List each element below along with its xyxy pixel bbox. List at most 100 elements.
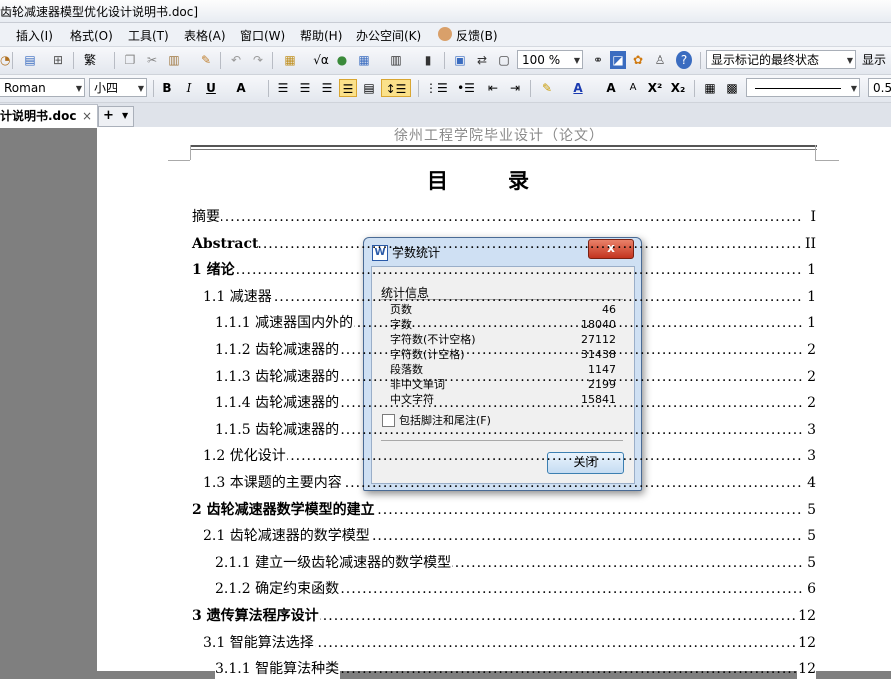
underline-button[interactable]: U bbox=[203, 79, 219, 97]
formatting-toolbar: Roman ▼ 小四 ▼ B I U A ☰ ☰ ☰ ☰ ▤ ↕☰ ⋮☰ •☰ … bbox=[0, 75, 891, 103]
shirt-skin-icon[interactable]: ♙ bbox=[652, 51, 668, 69]
toc-entry[interactable]: ........................................… bbox=[203, 446, 816, 467]
new-tab-button[interactable]: + ▼ bbox=[98, 106, 134, 127]
formula-icon[interactable]: √α bbox=[310, 51, 332, 69]
toc-entry[interactable]: ........................................… bbox=[215, 552, 816, 573]
read-mode-icon[interactable]: ▢ bbox=[496, 51, 512, 69]
distributed-icon[interactable]: ▤ bbox=[361, 79, 377, 97]
copy-icon[interactable]: ❐ bbox=[122, 51, 138, 69]
cut-icon[interactable]: ✂ bbox=[144, 51, 160, 69]
line-style-combo[interactable]: ▼ bbox=[746, 78, 860, 97]
increase-indent-icon[interactable]: ⇥ bbox=[507, 79, 523, 97]
resource-icon[interactable]: ✿ bbox=[630, 51, 646, 69]
toc-entry-text: 3.1.1 智能算法种类 bbox=[215, 659, 341, 679]
show-button[interactable]: 显示 bbox=[862, 51, 891, 69]
toc-entry[interactable]: ........................................… bbox=[203, 632, 816, 653]
superscript-button[interactable]: X² bbox=[646, 79, 664, 97]
toc-entry-text: 1.2 优化设计 bbox=[203, 446, 287, 467]
char-border-button[interactable]: A bbox=[233, 79, 249, 97]
bullet-list-icon[interactable]: •☰ bbox=[455, 79, 477, 97]
title-bar: 齿轮减速器模型优化设计说明书.doc] bbox=[0, 0, 891, 23]
font-size-combo[interactable]: 小四 ▼ bbox=[89, 78, 147, 97]
redo-icon[interactable]: ↷ bbox=[250, 51, 266, 69]
align-right-icon[interactable]: ☰ bbox=[319, 79, 335, 97]
columns-icon[interactable]: ▥ bbox=[388, 51, 404, 69]
toc-entry[interactable]: ........................................… bbox=[203, 526, 816, 547]
toc-entry[interactable]: ........................................… bbox=[215, 366, 816, 387]
frame-icon[interactable]: ▩ bbox=[724, 79, 740, 97]
close-icon[interactable]: × bbox=[82, 105, 92, 127]
toc-entry[interactable]: ........................................… bbox=[192, 606, 816, 626]
toc-entry[interactable]: ........................................… bbox=[192, 207, 816, 227]
toc-entry[interactable]: ........................................… bbox=[192, 499, 816, 520]
toc-entry[interactable]: ........................................… bbox=[192, 260, 816, 281]
highlight-icon[interactable]: ✎ bbox=[538, 79, 556, 97]
toc-entry-text: 1 绪论 bbox=[192, 260, 236, 281]
find-icon[interactable]: ⚭ bbox=[590, 51, 606, 69]
toc-entry[interactable]: ........................................… bbox=[215, 579, 816, 600]
track-changes-combo[interactable]: 显示标记的最终状态 ▼ bbox=[706, 50, 856, 69]
toc-entry-page: 6 bbox=[806, 579, 816, 600]
format-painter-icon[interactable]: ✎ bbox=[198, 51, 214, 69]
justify-icon[interactable]: ☰ bbox=[339, 79, 357, 97]
insert-table-icon[interactable]: ▦ bbox=[282, 51, 298, 69]
search-icon[interactable]: ◔ bbox=[0, 51, 10, 69]
menu-help[interactable]: 帮助(H) bbox=[300, 27, 342, 44]
undo-icon[interactable]: ↶ bbox=[228, 51, 244, 69]
toc-entry-text: 1.1.5 齿轮减速器的 bbox=[215, 419, 341, 440]
grow-font-button[interactable]: A bbox=[603, 79, 619, 97]
menu-window[interactable]: 窗口(W) bbox=[240, 27, 285, 44]
subscript-button[interactable]: X₂ bbox=[669, 79, 687, 97]
menu-format[interactable]: 格式(O) bbox=[70, 27, 113, 44]
font-color-button[interactable]: A bbox=[570, 79, 586, 97]
online-icon[interactable]: ◪ bbox=[610, 51, 626, 69]
help-icon[interactable]: ? bbox=[676, 51, 692, 69]
toc-entry-page: II bbox=[803, 233, 816, 254]
menu-feedback[interactable]: 反馈(B) bbox=[456, 27, 498, 44]
toolbar-separator bbox=[153, 80, 154, 97]
new-document-icon[interactable]: ▤ bbox=[22, 51, 38, 69]
table-properties-icon[interactable]: ▦ bbox=[702, 79, 718, 97]
menu-table[interactable]: 表格(A) bbox=[184, 27, 226, 44]
toc-entry-text: 1.1.3 齿轮减速器的 bbox=[215, 366, 341, 387]
zoom-combo[interactable]: 100 % ▼ bbox=[517, 50, 583, 69]
table-grid-icon[interactable]: ▦ bbox=[356, 51, 372, 69]
hyperlink-icon[interactable]: ● bbox=[334, 51, 350, 69]
toc-entry[interactable]: ........................................… bbox=[215, 393, 816, 414]
toolbar-separator bbox=[700, 52, 701, 69]
menu-office-space[interactable]: 办公空间(K) bbox=[356, 27, 421, 44]
document-page[interactable]: 徐州工程学院毕业设计（论文） 目录 ......................… bbox=[97, 127, 891, 679]
line-width-combo[interactable]: 0.5 bbox=[868, 78, 891, 97]
italic-button[interactable]: I bbox=[181, 79, 197, 97]
toc-entry[interactable]: ........................................… bbox=[192, 233, 816, 254]
bold-button[interactable]: B bbox=[159, 79, 175, 97]
tab-document[interactable]: 计说明书.doc × bbox=[0, 104, 98, 128]
menu-tools[interactable]: 工具(T) bbox=[128, 27, 169, 44]
toc-entry[interactable]: ........................................… bbox=[215, 659, 816, 679]
toc-entry[interactable]: ........................................… bbox=[215, 419, 816, 440]
shrink-font-button[interactable]: A bbox=[625, 79, 641, 97]
menu-insert[interactable]: 插入(I) bbox=[16, 27, 53, 44]
draw-icon[interactable]: ▣ bbox=[452, 51, 468, 69]
document-map-icon[interactable]: ⇄ bbox=[474, 51, 490, 69]
toc-entry[interactable]: ........................................… bbox=[215, 340, 816, 360]
toc-entry-text: 3 遗传算法程序设计 bbox=[192, 606, 320, 626]
paste-icon[interactable]: ▥ bbox=[166, 51, 182, 69]
align-center-icon[interactable]: ☰ bbox=[297, 79, 313, 97]
numbered-list-icon[interactable]: ⋮☰ bbox=[425, 79, 448, 97]
toc-leader-dots: ........................................… bbox=[192, 209, 802, 225]
toc-entry-text: 摘要 bbox=[192, 207, 221, 227]
line-spacing-icon[interactable]: ↕☰ bbox=[381, 79, 411, 97]
toc-entry[interactable]: ........................................… bbox=[203, 286, 816, 307]
page-setup-icon[interactable]: ⊞ bbox=[50, 51, 66, 69]
simplified-traditional-button[interactable]: 繁 bbox=[82, 51, 98, 69]
toc-entry[interactable]: ........................................… bbox=[203, 473, 816, 493]
feedback-icon bbox=[438, 27, 452, 41]
font-name-combo[interactable]: Roman ▼ bbox=[0, 78, 85, 97]
tab-label: 计说明书.doc bbox=[0, 109, 77, 123]
toc-entry[interactable]: ........................................… bbox=[215, 313, 816, 334]
toc-leader-dots: ........................................… bbox=[203, 288, 802, 305]
chart-icon[interactable]: ▮ bbox=[420, 51, 436, 69]
align-left-icon[interactable]: ☰ bbox=[275, 79, 291, 97]
decrease-indent-icon[interactable]: ⇤ bbox=[485, 79, 501, 97]
